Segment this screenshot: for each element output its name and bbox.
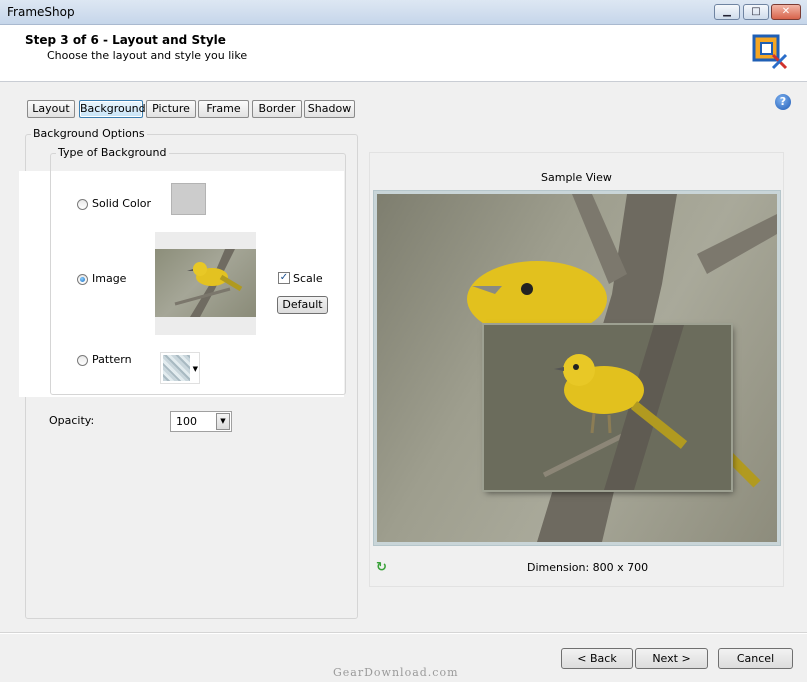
dimension-text: Dimension: 800 x 700: [527, 561, 649, 574]
window-title: FrameShop: [7, 5, 75, 19]
sample-background-photo: [377, 194, 777, 542]
tab-background[interactable]: Background: [79, 100, 146, 118]
image-radio[interactable]: [77, 274, 88, 285]
sample-picture-frame: [484, 325, 731, 490]
solid-color-label[interactable]: Solid Color: [92, 197, 151, 210]
tab-shadow[interactable]: Shadow: [304, 100, 355, 118]
maximize-button[interactable]: □: [743, 4, 769, 20]
sample-view-label: Sample View: [541, 171, 612, 184]
tab-picture[interactable]: Picture: [146, 100, 196, 118]
opacity-value: 100: [176, 415, 197, 428]
background-image-thumbnail[interactable]: [155, 232, 256, 335]
step-title: Step 3 of 6 - Layout and Style: [25, 33, 226, 47]
pattern-radio[interactable]: [77, 355, 88, 366]
footer-divider: [0, 632, 807, 634]
frameshop-logo-icon: [752, 34, 788, 70]
scale-checkbox[interactable]: ✓: [278, 272, 290, 284]
wizard-header: Step 3 of 6 - Layout and Style Choose th…: [0, 25, 807, 82]
opacity-select[interactable]: 100 ▼: [170, 411, 232, 432]
close-icon: ✕: [781, 6, 791, 17]
help-icon[interactable]: ?: [775, 94, 791, 110]
tab-frame[interactable]: Frame: [198, 100, 249, 118]
title-bar[interactable]: FrameShop ▁ □ ✕: [0, 0, 807, 25]
pattern-label[interactable]: Pattern: [92, 353, 132, 366]
maximize-icon: □: [751, 6, 761, 17]
opacity-label: Opacity:: [49, 414, 95, 427]
scale-label[interactable]: Scale: [293, 272, 323, 285]
pattern-swatch: [163, 355, 190, 381]
default-button[interactable]: Default: [277, 296, 328, 314]
back-button[interactable]: < Back: [561, 648, 633, 669]
solid-color-swatch[interactable]: [171, 183, 206, 215]
close-button[interactable]: ✕: [771, 4, 801, 20]
refresh-icon[interactable]: ↻: [376, 561, 388, 574]
frameshop-window: FrameShop ▁ □ ✕ Step 3 of 6 - Layout and…: [0, 0, 807, 682]
minimize-button[interactable]: ▁: [714, 4, 740, 20]
pattern-picker[interactable]: ▼: [160, 352, 200, 384]
minimize-icon: ▁: [723, 6, 731, 17]
next-button[interactable]: Next >: [635, 648, 708, 669]
chevron-down-icon: ▼: [192, 365, 198, 373]
tab-border[interactable]: Border: [252, 100, 302, 118]
step-subtitle: Choose the layout and style you like: [47, 49, 248, 62]
image-label[interactable]: Image: [92, 272, 126, 285]
type-of-background-legend: Type of Background: [56, 146, 169, 159]
bird-thumbnail-image: [155, 249, 256, 317]
solid-color-radio[interactable]: [77, 199, 88, 210]
background-options-legend: Background Options: [31, 127, 147, 140]
cancel-button[interactable]: Cancel: [718, 648, 793, 669]
chevron-down-icon[interactable]: ▼: [216, 413, 230, 430]
sample-preview: [373, 190, 781, 546]
tab-layout[interactable]: Layout: [27, 100, 75, 118]
watermark: GearDownload.com: [333, 666, 459, 679]
